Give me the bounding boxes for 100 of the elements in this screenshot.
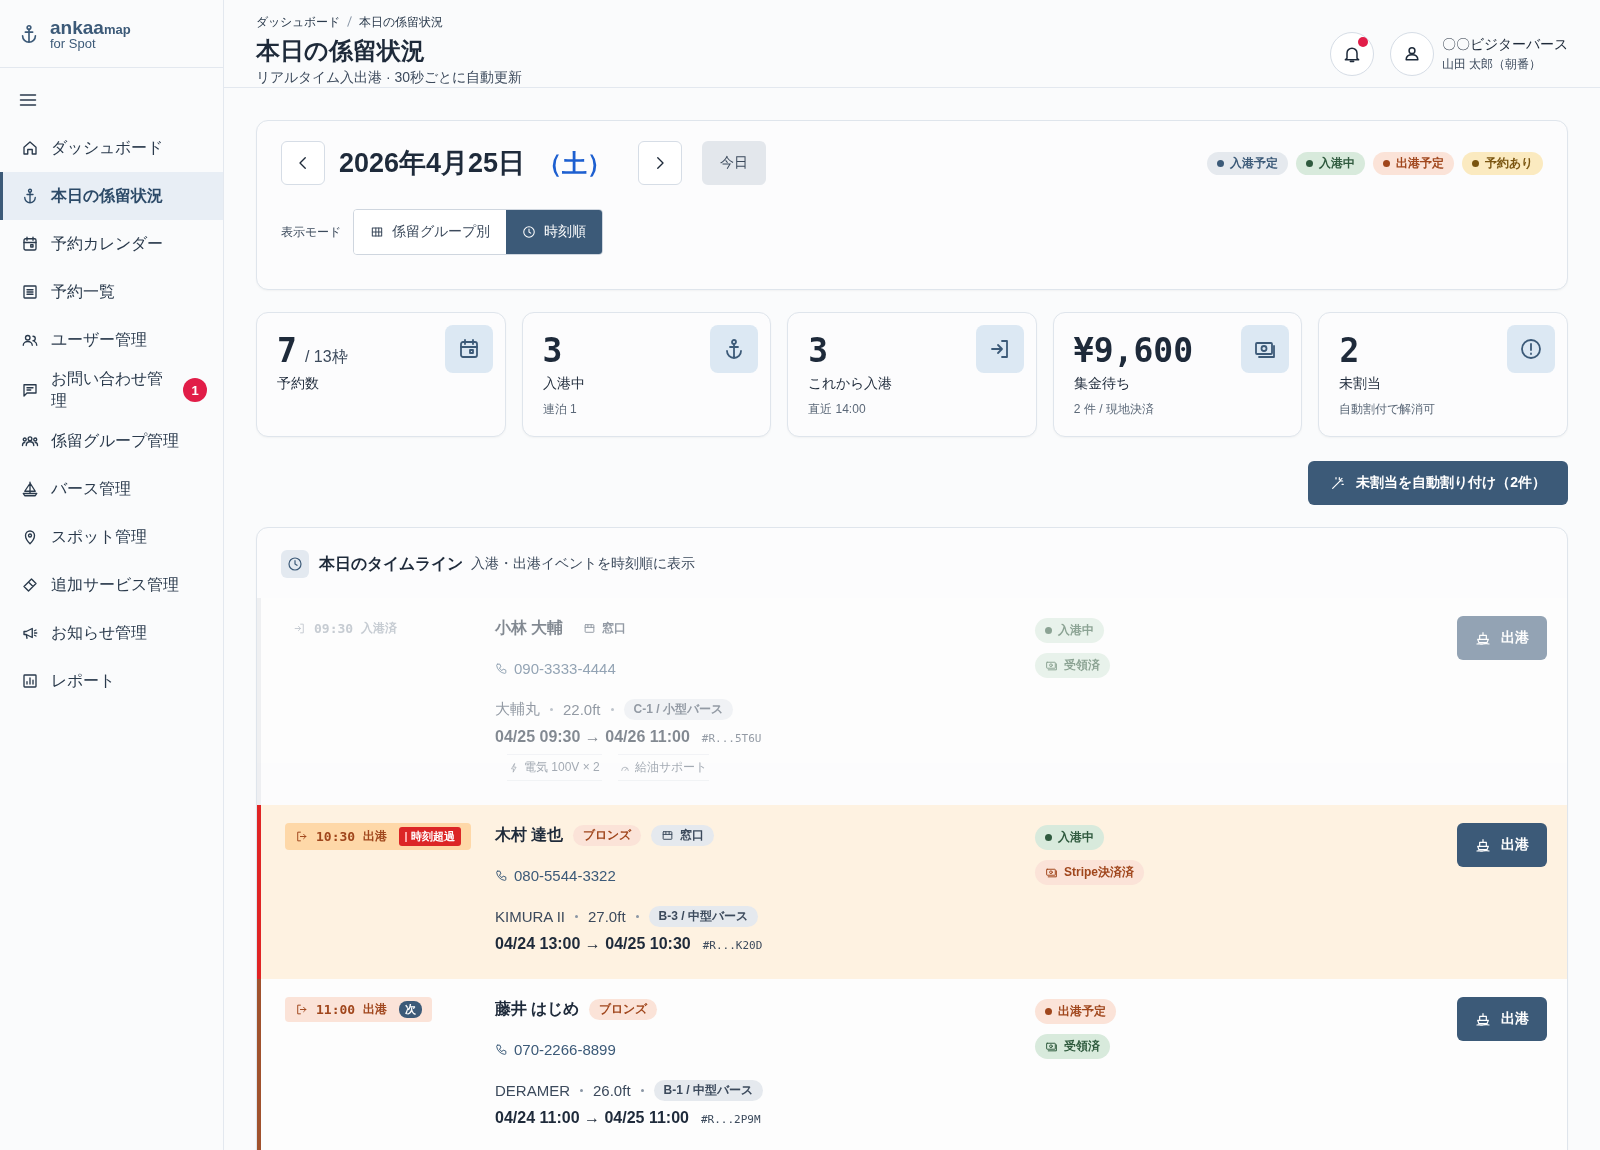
overdue-badge: 時刻超過 [399, 827, 462, 846]
berth-tag: C-1 / 小型バース [623, 699, 733, 720]
rank-tag: ブロンズ [573, 824, 642, 846]
anchor-icon [21, 187, 39, 205]
stat-label: 予約数 [277, 375, 320, 393]
stat-label: 集金待ち [1073, 375, 1131, 393]
legend-chip: 入港中 [1296, 151, 1365, 175]
status-chip: 出港予定 [1035, 999, 1116, 1024]
sidebar-item[interactable]: 係留グループ管理 [0, 416, 223, 465]
depart-button[interactable]: 出港 [1457, 997, 1547, 1041]
view-mode-label: 表示モード [281, 223, 341, 241]
status-chip: Stripe決済済 [1035, 860, 1144, 885]
stat-value: 2 [1339, 331, 1360, 370]
calendar-icon [21, 235, 39, 253]
sidebar-item[interactable]: お知らせ管理 [0, 608, 223, 657]
guest-name: 小林 大輔 [495, 617, 564, 638]
status-chip: 入港中 [1035, 618, 1104, 643]
report-icon [21, 671, 39, 690]
sidebar-item[interactable]: お問い合わせ管理 1 [0, 364, 223, 417]
alert-icon [1519, 337, 1543, 361]
sidebar-item[interactable]: ダッシュボード [0, 124, 223, 172]
grid-icon [370, 225, 384, 239]
phone-icon [495, 662, 508, 675]
breadcrumb-item: 本日の係留状況 [359, 14, 443, 31]
sidebar-item[interactable]: バース管理 [0, 464, 223, 513]
depart-button[interactable]: 出港 [1457, 823, 1547, 867]
clock-icon [522, 225, 536, 239]
weekday: （土） [537, 147, 613, 179]
current-date: 2026年4月25日 [339, 147, 526, 180]
sail-icon [21, 479, 39, 498]
unread-count: 1 [183, 378, 207, 403]
breadcrumb-item[interactable]: ダッシュボード [256, 14, 340, 31]
brand-logo: ankaamap [50, 17, 131, 37]
boat-length: 27.0ft [588, 908, 626, 925]
separator-dot [580, 1089, 583, 1092]
phone-icon [495, 869, 508, 882]
login-icon [293, 622, 306, 635]
guest-name: 藤井 はじめ [495, 998, 580, 1019]
organization-name: 〇〇ビジターバース [1442, 35, 1568, 54]
separator-dot [550, 708, 553, 711]
berth-tag: B-3 / 中型バース [648, 906, 758, 927]
stat-value: ¥9,600 [1073, 331, 1193, 370]
clock-icon [287, 556, 303, 572]
boat-name: 大輔丸 [495, 700, 540, 719]
ship-icon [1475, 837, 1491, 853]
logout-icon [295, 830, 308, 843]
rank-tag: ブロンズ [589, 998, 658, 1020]
sidebar-item[interactable]: ユーザー管理 [0, 316, 223, 364]
reservation-id: #R...2P9M [700, 1113, 761, 1126]
stat-value: 3 [542, 331, 563, 370]
stat-note: 直近 14:00 [808, 401, 867, 418]
sidebar-item[interactable]: 予約一覧 [0, 268, 223, 316]
stat-label: これから入港 [808, 375, 894, 393]
separator-dot [575, 915, 578, 918]
sidebar-item[interactable]: スポット管理 [0, 512, 223, 561]
home-icon [21, 139, 39, 157]
cash-icon [1045, 659, 1058, 672]
event-time: 11:00 [316, 1002, 356, 1017]
bell-icon [1342, 44, 1362, 64]
list-icon [21, 283, 39, 301]
sidebar-item[interactable]: 予約カレンダー [0, 220, 223, 268]
cash-icon [1045, 866, 1058, 879]
event-action: 出港 [363, 1001, 388, 1018]
auto-assign-button[interactable]: 未割当を自動割り付け（2件） [1308, 461, 1568, 505]
stat-note: 自動割付で解消可 [1339, 401, 1437, 418]
stat-value: 7 [277, 331, 297, 370]
reservation-id: #R...5T6U [701, 732, 762, 745]
legend-chip: 入港予定 [1207, 151, 1288, 175]
boat-length: 22.0ft [563, 701, 601, 718]
service-tag: 電気 100V × 2 [507, 754, 602, 781]
guest-name: 木村 達也 [495, 824, 564, 845]
counter-tag: 窓口 [651, 824, 715, 846]
user-icon [1402, 44, 1422, 64]
stat-label: 入港中 [542, 375, 586, 393]
view-mode-tab[interactable]: 時刻順 [506, 210, 602, 254]
notification-button[interactable] [1330, 32, 1374, 76]
phone-number: 080-5544-3322 [514, 867, 616, 884]
next-badge: 次 [399, 1001, 423, 1018]
separator-dot [640, 1089, 644, 1092]
store-icon [583, 621, 597, 635]
account-button[interactable] [1390, 32, 1434, 76]
sidebar-item[interactable]: レポート [0, 656, 223, 705]
timeline-title: 本日のタイムライン [319, 553, 463, 574]
today-button[interactable]: 今日 [702, 141, 767, 185]
boat-length: 26.0ft [593, 1082, 631, 1099]
page-subtitle: リアルタイム入出港 · 30秒ごとに自動更新 [256, 69, 522, 87]
wand-icon [1330, 475, 1347, 491]
cash-icon [1045, 1040, 1058, 1053]
timeline-description: 入港・出港イベントを時刻順に表示 [471, 555, 695, 573]
separator-dot [610, 708, 614, 711]
service-tag: 給油サポート [617, 754, 709, 781]
ship-icon [1475, 630, 1491, 646]
berth-tag: B-1 / 中型バース [653, 1080, 763, 1101]
sidebar-item[interactable]: 追加サービス管理 [0, 560, 223, 609]
stat-note: 連泊 1 [542, 401, 578, 418]
event-time: 10:30 [316, 829, 356, 844]
phone-number: 070-2266-8899 [514, 1041, 616, 1058]
stat-unit: / 13枠 [304, 347, 348, 367]
sidebar-item[interactable]: 本日の係留状況 [0, 172, 223, 220]
legend-chip: 出港予定 [1373, 151, 1454, 175]
